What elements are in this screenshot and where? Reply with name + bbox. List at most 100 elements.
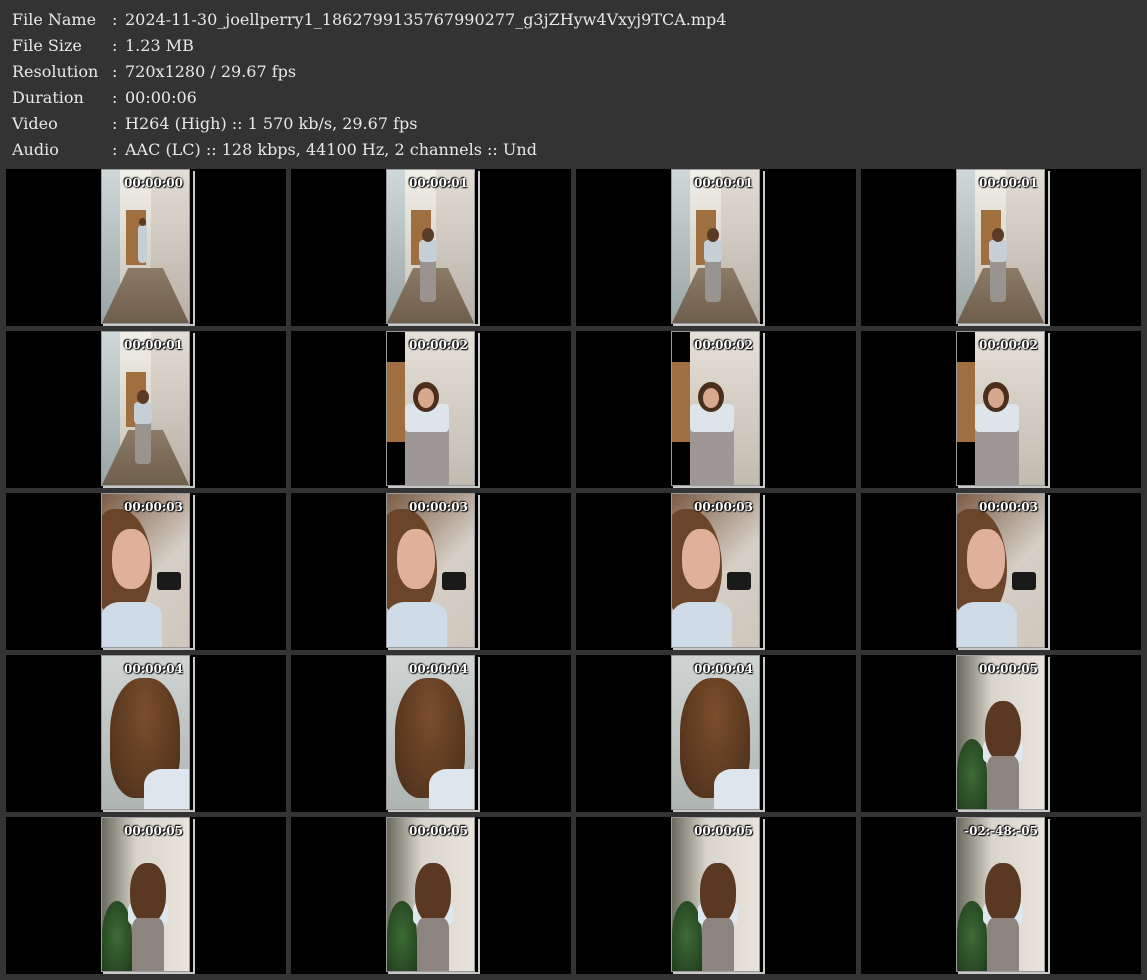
- info-label: Video: [12, 114, 58, 133]
- thumbnail-shadow: [388, 486, 480, 488]
- video-frame-thumbnail: 00:00:04: [101, 655, 190, 810]
- video-frame-thumbnail: 00:00:01: [956, 169, 1045, 324]
- thumbnail-cell: 00:00:05: [6, 817, 286, 974]
- frame-image-part: [134, 402, 152, 424]
- thumbnail-shadow: [193, 171, 195, 326]
- thumbnail-cell: 00:00:02: [861, 331, 1141, 488]
- thumbnail-shadow: [388, 972, 480, 974]
- info-label: Resolution: [12, 62, 99, 81]
- frame-image-part: [102, 170, 189, 323]
- media-info-header: File Name : 2024-11-30_joellperry1_18627…: [12, 7, 1132, 163]
- info-row-file-name: File Name : 2024-11-30_joellperry1_18627…: [12, 7, 1132, 33]
- thumbnail-grid: 00:00:00 00:00:01 00:00:01 00:00:01 00:00:01…: [6, 169, 1142, 975]
- frame-image-part: [419, 240, 437, 262]
- frame-image-part: [387, 332, 474, 485]
- frame-timestamp: 00:00:02: [979, 338, 1038, 352]
- thumbnail-shadow: [193, 657, 195, 812]
- info-value-file-size: 1.23 MB: [125, 36, 194, 55]
- video-frame-thumbnail: 00:00:02: [386, 331, 475, 486]
- frame-image-part: [387, 362, 405, 442]
- frame-timestamp: 00:00:03: [694, 500, 753, 514]
- frame-image-part: [418, 388, 434, 408]
- thumbnail-shadow: [1048, 171, 1050, 326]
- thumbnail-cell: 00:00:04: [576, 655, 856, 812]
- video-frame-thumbnail: 00:00:00: [101, 169, 190, 324]
- info-row-video: Video : H264 (High) :: 1 570 kb/s, 29.67…: [12, 111, 1132, 137]
- frame-image-part: [415, 863, 451, 923]
- thumbnail-cell: 00:00:00: [6, 169, 286, 326]
- thumbnail-shadow: [103, 486, 195, 488]
- frame-image-part: [700, 863, 736, 923]
- frame-timestamp: 00:00:03: [979, 500, 1038, 514]
- video-frame-thumbnail: -02:-48:-05: [956, 817, 1045, 972]
- info-separator: :: [112, 62, 118, 81]
- frame-image-part: [957, 362, 975, 442]
- frame-image-part: [102, 332, 189, 485]
- frame-timestamp: 00:00:02: [694, 338, 753, 352]
- video-frame-thumbnail: 00:00:01: [386, 169, 475, 324]
- info-label: File Size: [12, 36, 82, 55]
- frame-image-part: [387, 818, 474, 971]
- thumbnail-shadow: [1048, 333, 1050, 488]
- thumbnail-cell: 00:00:03: [291, 493, 571, 650]
- frame-image-part: [130, 863, 166, 923]
- video-frame-thumbnail: 00:00:03: [101, 493, 190, 648]
- frame-image-part: [144, 769, 189, 809]
- thumbnail-shadow: [763, 171, 765, 326]
- video-frame-thumbnail: 00:00:02: [671, 331, 760, 486]
- frame-image-part: [112, 529, 150, 589]
- thumbnail-cell: 00:00:01: [291, 169, 571, 326]
- frame-image-part: [703, 388, 719, 408]
- thumbnail-cell: 00:00:04: [291, 655, 571, 812]
- frame-image-part: [985, 701, 1021, 761]
- info-value-duration: 00:00:06: [125, 88, 197, 107]
- thumbnail-shadow: [958, 486, 1050, 488]
- thumbnail-shadow: [763, 495, 765, 650]
- info-value-audio: AAC (LC) :: 128 kbps, 44100 Hz, 2 channe…: [125, 140, 537, 159]
- frame-image-part: [957, 494, 1044, 647]
- frame-image-part: [672, 656, 759, 809]
- info-separator: :: [112, 10, 118, 29]
- frame-image-part: [672, 332, 759, 485]
- frame-image-part: [157, 572, 181, 590]
- thumbnail-cell: 00:00:05: [861, 655, 1141, 812]
- frame-image-part: [672, 362, 690, 442]
- frame-image-part: [387, 494, 474, 647]
- frame-timestamp: 00:00:04: [124, 662, 183, 676]
- info-label: File Name: [12, 10, 97, 29]
- video-frame-thumbnail: 00:00:05: [386, 817, 475, 972]
- thumbnail-shadow: [763, 657, 765, 812]
- info-value-video: H264 (High) :: 1 570 kb/s, 29.67 fps: [125, 114, 418, 133]
- info-row-file-size: File Size : 1.23 MB: [12, 33, 1132, 59]
- frame-image-part: [987, 756, 1019, 809]
- frame-image-part: [429, 769, 474, 809]
- frame-image-part: [957, 656, 1044, 809]
- frame-timestamp: 00:00:00: [124, 176, 183, 190]
- info-row-audio: Audio : AAC (LC) :: 128 kbps, 44100 Hz, …: [12, 137, 1132, 163]
- thumbnail-shadow: [1048, 819, 1050, 974]
- video-frame-thumbnail: 00:00:03: [956, 493, 1045, 648]
- frame-timestamp: 00:00:01: [124, 338, 183, 352]
- frame-timestamp: 00:00:01: [409, 176, 468, 190]
- frame-timestamp: 00:00:02: [409, 338, 468, 352]
- thumbnail-shadow: [193, 333, 195, 488]
- frame-image-part: [397, 529, 435, 589]
- info-label: Duration: [12, 88, 84, 107]
- thumbnail-cell: 00:00:01: [576, 169, 856, 326]
- thumbnail-shadow: [478, 171, 480, 326]
- frame-image-part: [139, 218, 146, 226]
- info-label: Audio: [12, 140, 59, 159]
- thumbnail-shadow: [958, 972, 1050, 974]
- thumbnail-shadow: [763, 819, 765, 974]
- thumbnail-shadow: [478, 333, 480, 488]
- frame-timestamp: 00:00:04: [694, 662, 753, 676]
- frame-timestamp: 00:00:05: [694, 824, 753, 838]
- frame-image-part: [992, 228, 1004, 242]
- video-frame-thumbnail: 00:00:01: [671, 169, 760, 324]
- frame-image-part: [682, 529, 720, 589]
- video-frame-thumbnail: 00:00:05: [101, 817, 190, 972]
- video-frame-thumbnail: 00:00:05: [671, 817, 760, 972]
- frame-image-part: [957, 170, 1044, 323]
- frame-image-part: [422, 228, 434, 242]
- frame-image-part: [967, 529, 1005, 589]
